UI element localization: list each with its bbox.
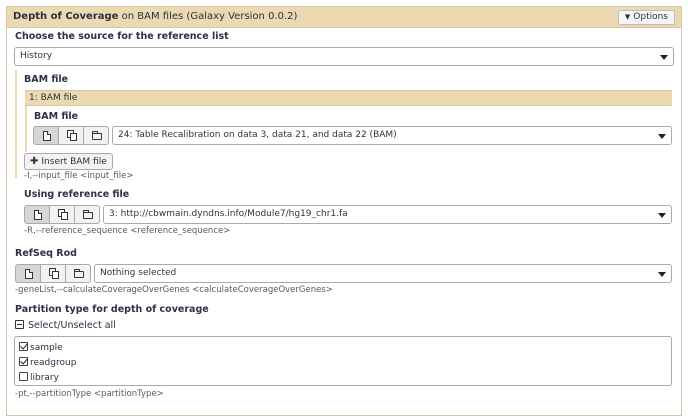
collection-button[interactable] — [83, 126, 109, 145]
reference-file-value: 3: http://cbwmain.dyndns.info/Module7/hg… — [109, 209, 348, 219]
multiple-datasets-button[interactable] — [58, 126, 84, 145]
files-icon — [49, 268, 59, 280]
single-dataset-button[interactable] — [24, 205, 50, 224]
file-icon — [43, 131, 51, 141]
partition-option-readgroup[interactable]: readgroup — [19, 357, 76, 368]
refseq-source-toggle — [15, 264, 91, 283]
plus-icon: ✚ — [30, 156, 39, 167]
reference-file-help: -R,--reference_sequence <reference_seque… — [24, 226, 231, 236]
chevron-down-icon — [660, 55, 668, 60]
partition-label: Partition type for depth of coverage — [15, 304, 209, 315]
files-icon — [67, 130, 77, 142]
select-all-label: Select/Unselect all — [28, 320, 116, 331]
folder-icon — [83, 210, 93, 219]
repeat-border — [15, 70, 17, 178]
checkbox-unchecked — [19, 372, 28, 381]
options-label: Options — [633, 12, 668, 22]
caret-down-icon: ▼ — [624, 13, 631, 21]
refseq-help: -geneList,--calculateCoverageOverGenes <… — [15, 285, 333, 295]
reference-file-label: Using reference file — [24, 189, 130, 200]
refseq-select[interactable]: Nothing selected — [94, 264, 672, 283]
tool-header: Depth of Coverage on BAM files (Galaxy V… — [7, 7, 681, 28]
multiple-datasets-button[interactable] — [49, 205, 75, 224]
options-button[interactable]: ▼ Options — [617, 10, 675, 25]
bam-repeat-title-text: 1: BAM file — [29, 93, 78, 103]
chevron-down-icon — [658, 134, 666, 139]
partition-option-label: readgroup — [30, 358, 77, 368]
file-icon — [25, 269, 33, 279]
insert-bam-file-button[interactable]: ✚ Insert BAM file — [24, 153, 113, 170]
multiple-datasets-button[interactable] — [40, 264, 66, 283]
bam-file-help: -I,--input_file <input_file> — [24, 171, 134, 181]
collection-button[interactable] — [74, 205, 100, 224]
checkbox-checked — [19, 342, 28, 351]
repeat-inner-border — [25, 106, 27, 152]
tool-title: Depth of Coverage on BAM files (Galaxy V… — [13, 11, 297, 22]
chevron-down-icon — [658, 272, 666, 277]
tool-name: Depth of Coverage — [13, 11, 119, 22]
folder-icon — [74, 269, 84, 278]
partition-help: -pt,--partitionType <partitionType> — [15, 389, 164, 399]
refseq-value: Nothing selected — [100, 268, 177, 278]
collection-button[interactable] — [65, 264, 91, 283]
bam-source-toggle — [33, 126, 109, 145]
bam-section-label: BAM file — [24, 74, 69, 85]
reference-source-label: Choose the source for the reference list — [15, 31, 229, 42]
insert-bam-file-label: Insert BAM file — [41, 157, 107, 167]
files-icon — [58, 209, 68, 221]
checkbox-checked — [19, 357, 28, 366]
reference-file-select[interactable]: 3: http://cbwmain.dyndns.info/Module7/hg… — [103, 205, 672, 224]
partition-option-label: sample — [30, 343, 63, 353]
partition-option-library[interactable]: library — [19, 372, 59, 383]
reference-source-value: History — [20, 51, 53, 61]
bam-file-value: 24: Table Recalibration on data 3, data … — [118, 130, 397, 140]
file-icon — [34, 210, 42, 220]
reference-source-select[interactable]: History — [14, 47, 674, 66]
bam-repeat-title: 1: BAM file — [25, 90, 672, 106]
minus-square-icon — [15, 320, 24, 329]
single-dataset-button[interactable] — [15, 264, 41, 283]
chevron-down-icon — [658, 213, 666, 218]
bam-file-label: BAM file — [34, 111, 79, 122]
single-dataset-button[interactable] — [33, 126, 59, 145]
partition-option-label: library — [30, 373, 59, 383]
reference-source-toggle — [24, 205, 100, 224]
tool-version: on BAM files (Galaxy Version 0.0.2) — [121, 11, 298, 22]
bam-file-select[interactable]: 24: Table Recalibration on data 3, data … — [112, 126, 672, 145]
partition-options: sample readgroup library — [14, 336, 672, 386]
folder-icon — [92, 131, 102, 140]
partition-option-sample[interactable]: sample — [19, 342, 63, 353]
refseq-label: RefSeq Rod — [15, 248, 77, 259]
select-unselect-all[interactable]: Select/Unselect all — [15, 320, 116, 331]
